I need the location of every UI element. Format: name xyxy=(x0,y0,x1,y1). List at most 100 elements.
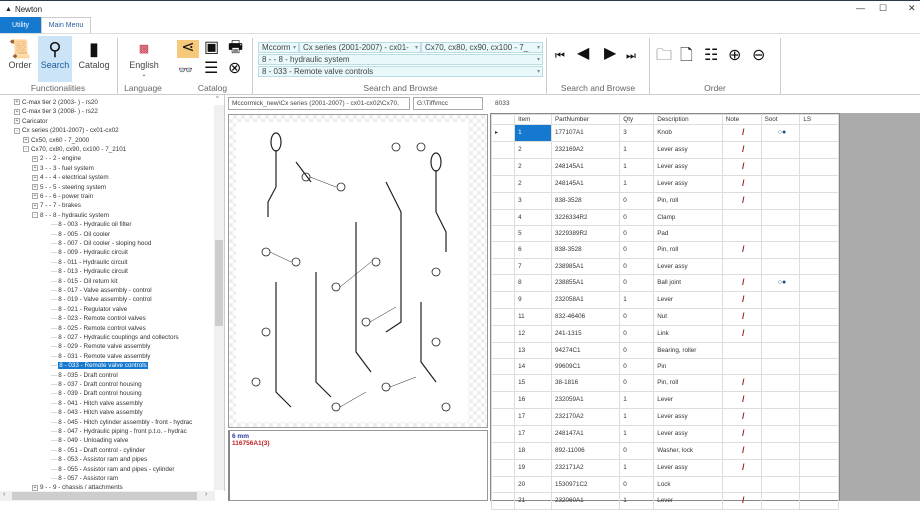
item-cell[interactable]: 16 xyxy=(514,391,552,409)
table-row[interactable]: 2 232169A2 1 Lever assy / xyxy=(490,141,839,159)
soot-cell[interactable] xyxy=(760,408,801,426)
collapse-icon[interactable]: - xyxy=(14,127,20,134)
table-row[interactable]: 2 248145A1 1 Lever assy / xyxy=(490,158,839,176)
print-icon[interactable]: 🖶 xyxy=(228,40,243,56)
column-header[interactable]: Description xyxy=(653,114,723,125)
qty-cell[interactable]: 0 xyxy=(619,258,655,275)
row-selector[interactable] xyxy=(490,391,516,409)
tree-item[interactable]: —8 - 057 - Assistor ram xyxy=(51,474,118,483)
row-selector[interactable] xyxy=(490,374,516,392)
part-number-cell[interactable]: 248145A1 xyxy=(550,175,621,193)
description-cell[interactable]: Lever assy xyxy=(653,175,723,193)
tree-item[interactable]: —8 - 013 - Hydraulic circuit xyxy=(51,267,128,276)
parts-grid[interactable]: Item PartNumber Qty Description Note Soot LS ▸… xyxy=(490,113,840,510)
series-combo[interactable]: Cx series (2001-2007) - cx01- ▾ xyxy=(299,42,421,53)
tree-item[interactable]: —8 - 037 - Draft control housing xyxy=(51,380,142,389)
soot-cell[interactable] xyxy=(760,442,801,460)
soot-cell[interactable]: ○● xyxy=(760,124,801,142)
ls-cell[interactable] xyxy=(799,358,839,375)
row-selector[interactable] xyxy=(490,308,516,326)
table-row[interactable]: 18 892-11006 0 Washer, lock / xyxy=(490,442,839,460)
item-cell[interactable]: 15 xyxy=(514,374,552,392)
ls-cell[interactable] xyxy=(799,391,839,409)
qty-cell[interactable]: 1 xyxy=(619,141,655,159)
note-cell[interactable]: / xyxy=(721,124,762,142)
tree-item[interactable]: —8 - 055 - Assistor ram and pipes - cyli… xyxy=(51,465,175,474)
ls-cell[interactable] xyxy=(799,241,839,259)
search-button[interactable]: ⚲ Search xyxy=(38,36,72,82)
part-number-cell[interactable]: 248147A1 xyxy=(550,425,621,443)
table-row[interactable]: 14 99609C1 0 Pin xyxy=(490,358,839,375)
note-cell[interactable]: / xyxy=(721,175,762,193)
tree-horizontal-scrollbar[interactable]: ‹ › xyxy=(0,491,215,501)
pencil-icon[interactable]: / xyxy=(742,311,745,321)
scroll-left-arrow[interactable]: ‹ xyxy=(3,491,5,498)
tree-item[interactable]: —8 - 019 - Valve assembly - control xyxy=(51,295,152,304)
soot-cell[interactable] xyxy=(760,459,801,477)
item-cell[interactable]: 14 xyxy=(514,358,552,375)
qty-cell[interactable]: 1 xyxy=(619,175,655,193)
item-cell[interactable]: 5 xyxy=(514,225,552,242)
qty-cell[interactable]: 1 xyxy=(619,425,655,443)
pencil-icon[interactable]: / xyxy=(742,127,745,137)
pencil-icon[interactable]: / xyxy=(742,328,745,338)
row-selector[interactable] xyxy=(490,241,516,259)
ls-cell[interactable] xyxy=(799,325,839,343)
row-selector[interactable] xyxy=(490,158,516,176)
ls-cell[interactable] xyxy=(799,459,839,477)
note-cell[interactable] xyxy=(721,476,762,493)
catalog-tree[interactable]: + C-max tier 2 (2003- ) - rs20 + C-max tier… xyxy=(0,95,225,491)
item-cell[interactable]: 21 xyxy=(514,492,552,510)
part-number-cell[interactable]: 838-3528 xyxy=(550,241,621,259)
ls-cell[interactable] xyxy=(799,492,839,510)
row-selector[interactable] xyxy=(490,408,516,426)
table-row[interactable]: 19 232171A2 1 Lever assy / xyxy=(490,459,839,477)
description-cell[interactable]: Pin, roll xyxy=(653,241,723,259)
item-cell[interactable]: 1 xyxy=(514,124,552,142)
note-cell[interactable]: / xyxy=(721,459,762,477)
tree-item[interactable]: + C-max tier 3 (2008- ) - rs22 xyxy=(14,107,98,116)
ls-cell[interactable] xyxy=(799,258,839,275)
qty-cell[interactable]: 0 xyxy=(619,325,655,343)
row-selector[interactable] xyxy=(490,476,516,493)
soot-cell[interactable] xyxy=(760,225,801,242)
row-selector[interactable] xyxy=(490,459,516,477)
item-cell[interactable]: 8 xyxy=(514,274,552,292)
item-cell[interactable]: 11 xyxy=(514,308,552,326)
row-selector[interactable]: ▸ xyxy=(490,124,516,142)
soot-cell[interactable] xyxy=(760,158,801,176)
row-selector[interactable] xyxy=(490,358,516,375)
pencil-icon[interactable]: / xyxy=(742,277,745,287)
ls-cell[interactable] xyxy=(799,175,839,193)
part-number-cell[interactable]: 241-1315 xyxy=(550,325,621,343)
item-cell[interactable]: 6 xyxy=(514,241,552,259)
ls-cell[interactable] xyxy=(799,342,839,359)
add-item-icon[interactable]: ⊕ xyxy=(728,48,741,64)
qty-cell[interactable]: 1 xyxy=(619,459,655,477)
pencil-icon[interactable]: / xyxy=(742,428,745,438)
tree-item[interactable]: +5 - - 5 - steering system xyxy=(32,183,106,192)
soot-cell[interactable] xyxy=(760,342,801,359)
part-number-cell[interactable]: 232171A2 xyxy=(550,459,621,477)
ls-cell[interactable] xyxy=(799,158,839,176)
expand-icon[interactable]: + xyxy=(32,193,38,200)
description-cell[interactable]: Pin, roll xyxy=(653,374,723,392)
description-cell[interactable]: Knob xyxy=(653,124,723,142)
pencil-icon[interactable]: / xyxy=(742,495,745,505)
part-number-cell[interactable]: 1530971C2 xyxy=(550,476,621,493)
table-row[interactable]: 13 94274C1 0 Bearing, roller xyxy=(490,342,839,359)
pencil-icon[interactable]: / xyxy=(742,244,745,254)
expand-icon[interactable]: + xyxy=(23,136,29,143)
description-cell[interactable]: Clamp xyxy=(653,209,723,226)
tree-item[interactable]: - Cx series (2001-2007) - cx01-cx02 xyxy=(14,126,119,135)
soot-cell[interactable] xyxy=(760,374,801,392)
tree-item[interactable]: —8 - 041 - Hitch valve assembly xyxy=(51,399,143,408)
ls-cell[interactable] xyxy=(799,308,839,326)
part-number-cell[interactable]: 232058A1 xyxy=(550,291,621,309)
qty-cell[interactable]: 3 xyxy=(619,124,655,142)
description-cell[interactable]: Pin, roll xyxy=(653,192,723,210)
table-row[interactable]: 11 832-46406 0 Nut / xyxy=(490,308,839,326)
item-cell[interactable]: 12 xyxy=(514,325,552,343)
description-cell[interactable]: Washer, lock xyxy=(653,442,723,460)
table-row[interactable]: 17 248147A1 1 Lever assy / xyxy=(490,425,839,443)
